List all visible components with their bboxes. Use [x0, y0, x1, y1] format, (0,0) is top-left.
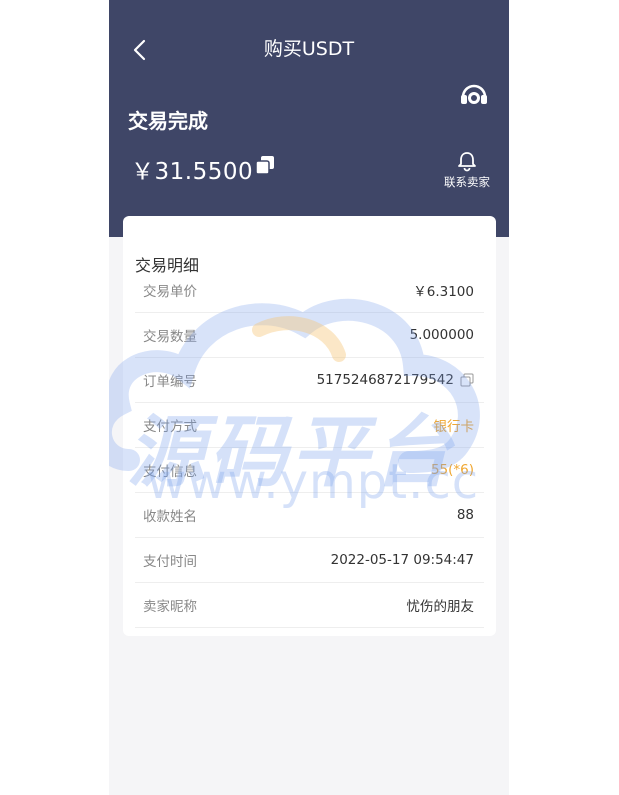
detail-value: 5175246872179542	[317, 372, 474, 388]
detail-label: 收款姓名	[143, 509, 197, 525]
detail-label: 卖家昵称	[143, 599, 197, 615]
page-title: 购买USDT	[263, 38, 355, 60]
bell-icon	[458, 152, 476, 172]
contact-seller-label: 联系卖家	[444, 175, 490, 189]
detail-value: 88	[456, 507, 474, 523]
trade-status: 交易完成	[128, 109, 208, 133]
contact-seller-button[interactable]: 联系卖家	[439, 150, 495, 190]
detail-row-payment-time: 支付时间 2022-05-17 09:54:47	[135, 538, 484, 583]
detail-row-payment-method: 支付方式 银行卡	[135, 403, 484, 448]
details-list: 交易单价 ￥6.3100 交易数量 5.000000 订单编号 51752468…	[135, 268, 484, 628]
detail-label: 支付时间	[143, 554, 197, 570]
detail-row-payee-name: 收款姓名 88	[135, 493, 484, 538]
copy-icon[interactable]	[460, 373, 474, 387]
detail-row-order-number: 订单编号 5175246872179542	[135, 358, 484, 403]
detail-value: ￥6.3100	[413, 284, 474, 300]
trade-amount: ￥31.5500	[131, 159, 254, 185]
detail-row-unit-price: 交易单价 ￥6.3100	[135, 268, 484, 313]
detail-value[interactable]: 55(*6)	[431, 462, 474, 478]
detail-row-payment-info: 支付信息 55(*6)	[135, 448, 484, 493]
headset-icon[interactable]	[459, 82, 489, 108]
detail-label: 交易数量	[143, 329, 197, 345]
detail-row-quantity: 交易数量 5.000000	[135, 313, 484, 358]
detail-label: 支付方式	[143, 419, 197, 435]
header: 购买USDT 交易完成 ￥31.5500 联系卖家	[109, 0, 509, 237]
detail-value[interactable]: 银行卡	[434, 415, 475, 435]
trade-details-card: 交易明细 交易单价 ￥6.3100 交易数量 5.000000 订单编号 517…	[123, 216, 496, 636]
detail-label: 交易单价	[143, 284, 197, 300]
phone-screen: 购买USDT 交易完成 ￥31.5500 联系卖家 交易明细 交易单价 ￥6.3…	[109, 0, 509, 795]
detail-value: 2022-05-17 09:54:47	[330, 552, 474, 568]
detail-label: 订单编号	[143, 374, 197, 390]
detail-value: 忧伤的朋友	[406, 599, 475, 615]
detail-value: 5.000000	[409, 327, 474, 343]
copy-icon[interactable]	[255, 155, 275, 175]
detail-label: 支付信息	[143, 464, 197, 480]
detail-row-seller-nickname: 卖家昵称 忧伤的朋友	[135, 583, 484, 628]
